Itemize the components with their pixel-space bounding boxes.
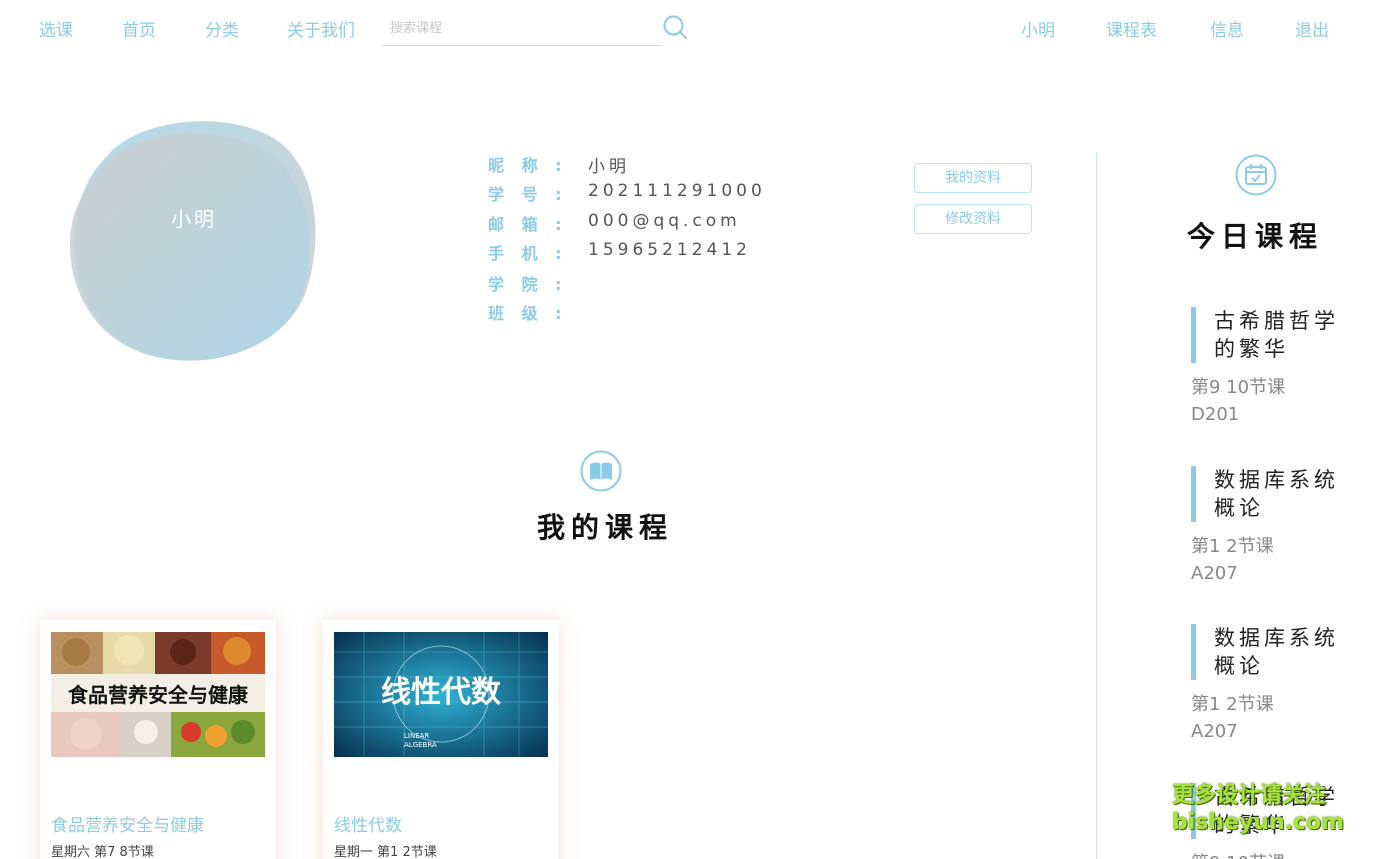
nav-user[interactable]: 小明 (1021, 16, 1055, 41)
svg-text:食品营养安全与健康: 食品营养安全与健康 (68, 683, 249, 707)
calendar-icon (1235, 154, 1277, 196)
search-icon[interactable] (662, 14, 688, 40)
profile-value: 小明 (588, 152, 630, 177)
profile-label: 手 机 : (488, 240, 568, 264)
today-course-room: A207 (1191, 563, 1238, 584)
nav-schedule[interactable]: 课程表 (1106, 16, 1157, 41)
course-card-title[interactable]: 线性代数 (334, 811, 402, 836)
nav-about-us[interactable]: 关于我们 (287, 16, 355, 41)
profile-label: 学 院 : (488, 271, 568, 295)
today-course-name: 古希腊哲学的繁华 (1214, 307, 1354, 363)
user-icon (68, 115, 102, 151)
profile-value: 15965212412 (588, 240, 751, 260)
today-course-room: D201 (1191, 404, 1239, 425)
today-course-slot: 第1 2节课 (1191, 690, 1274, 716)
today-course-accent-bar (1191, 307, 1196, 363)
profile-value: 202111291000 (588, 181, 766, 201)
today-course-accent-bar (1191, 624, 1196, 680)
avatar-blob (68, 115, 320, 370)
nav-select-course[interactable]: 选课 (39, 16, 73, 41)
today-course-slot: 第9 10节课 (1191, 849, 1285, 859)
course-card-time: 星期一 第1 2节课 (334, 841, 437, 859)
my-courses-title: 我的课程 (500, 506, 710, 546)
search-box (382, 12, 662, 46)
nav-home[interactable]: 首页 (122, 16, 156, 41)
profile-label: 昵 称 : (488, 152, 568, 176)
watermark: 更多设计请关注 bisheyun.com (1172, 782, 1344, 836)
today-course-slot: 第9 10节课 (1191, 373, 1285, 399)
watermark-line-2: bisheyun.com (1172, 809, 1344, 836)
watermark-line-1: 更多设计请关注 (1172, 782, 1344, 809)
top-nav: 选课 首页 分类 关于我们 小明 课程表 信息 退出 (0, 0, 1400, 56)
nav-messages[interactable]: 信息 (1210, 16, 1244, 41)
svg-text:LINEAR: LINEAR (404, 732, 429, 740)
svg-text:线性代数: 线性代数 (381, 675, 502, 710)
profile-label: 学 号 : (488, 181, 568, 205)
course-image-food: 食品营养安全与健康 (51, 632, 265, 757)
today-course-slot: 第1 2节课 (1191, 532, 1274, 558)
course-card-time: 星期六 第7 8节课 (51, 841, 154, 859)
course-card[interactable]: 线性代数 LINEAR ALGEBRA 线性代数 星期一 第1 2节课 (323, 620, 559, 859)
profile-label: 班 级 : (488, 300, 568, 324)
edit-info-button[interactable]: 修改资料 (914, 204, 1032, 234)
avatar[interactable]: 小明 (68, 115, 320, 370)
today-courses-title: 今日课程 (1170, 215, 1340, 255)
search-input[interactable] (390, 17, 650, 39)
course-image-linear-algebra: 线性代数 LINEAR ALGEBRA (334, 632, 548, 757)
course-card[interactable]: 食品营养安全与健康 食品营养安全与健康 星期六 第7 8节课 (40, 620, 276, 859)
svg-text:ALGEBRA: ALGEBRA (404, 741, 437, 749)
nav-category[interactable]: 分类 (205, 16, 239, 41)
profile-label: 邮 箱 : (488, 211, 568, 235)
today-course-room: A207 (1191, 721, 1238, 742)
course-card-title[interactable]: 食品营养安全与健康 (51, 811, 204, 836)
vertical-divider (1096, 152, 1097, 859)
book-icon (580, 450, 622, 492)
today-course-name: 数据库系统概论 (1214, 624, 1354, 680)
today-course-accent-bar (1191, 466, 1196, 522)
nav-logout[interactable]: 退出 (1295, 16, 1329, 41)
profile-value: 000@qq.com (588, 211, 741, 231)
today-course-name: 数据库系统概论 (1214, 466, 1354, 522)
my-info-button[interactable]: 我的资料 (914, 163, 1032, 193)
avatar-name: 小明 (68, 203, 320, 232)
